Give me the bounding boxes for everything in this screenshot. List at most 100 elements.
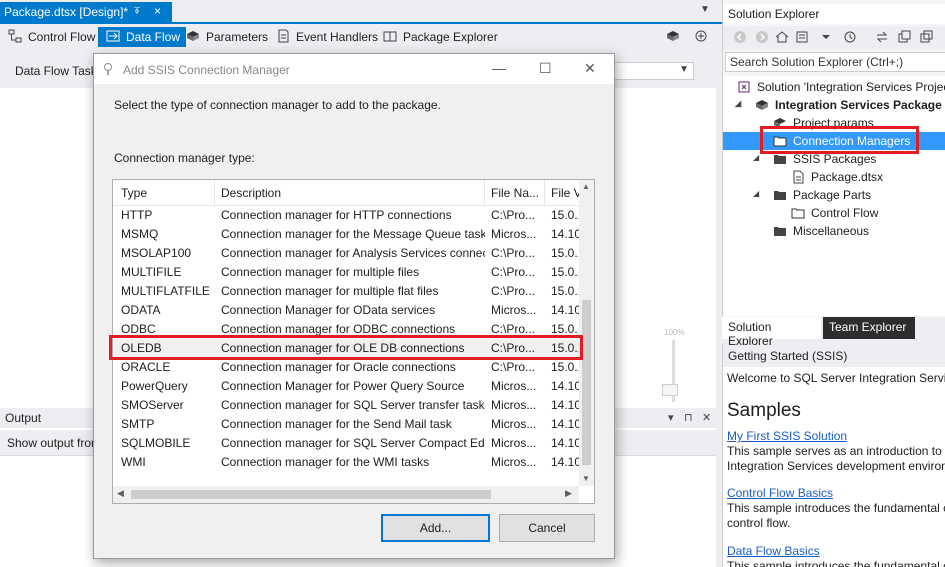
cell-file: Micros... <box>491 398 537 412</box>
horizontal-scrollbar[interactable]: ◀ ▶ <box>113 486 579 503</box>
tree-item-control-flow[interactable]: Control Flow <box>723 204 945 222</box>
pin-icon[interactable]: ⊓ <box>684 411 693 424</box>
list-row-msolap100[interactable]: MSOLAP100 Connection manager for Analysi… <box>113 244 579 263</box>
tab-label: Control Flow <box>28 30 96 44</box>
cancel-button[interactable]: Cancel <box>499 514 595 542</box>
dialog-titlebar[interactable]: Add SSIS Connection Manager — ☐ ✕ <box>94 54 614 84</box>
sample-link-data-flow-basics[interactable]: Data Flow Basics <box>727 544 820 558</box>
document-tab-package[interactable]: Package.dtsx [Design]* ⍕ × <box>0 2 172 24</box>
switch-views-icon[interactable] <box>795 30 809 44</box>
folder-icon <box>774 155 786 164</box>
sample-link-my-first-ssis[interactable]: My First SSIS Solution <box>727 429 847 443</box>
list-row-smtp[interactable]: SMTP Connection manager for the Send Mai… <box>113 415 579 434</box>
cell-description: Connection manager for multiple files <box>221 265 420 279</box>
cell-version: 14.10 <box>551 227 579 241</box>
tree-item-solution[interactable]: Solution 'Integration Services Project1'… <box>723 78 945 96</box>
package-icon[interactable] <box>666 29 680 43</box>
cell-type: MSMQ <box>121 227 159 241</box>
tab-package-explorer[interactable]: Package Explorer <box>375 27 504 47</box>
tab-label: Data Flow <box>126 30 181 44</box>
collapse-all-icon[interactable] <box>897 30 911 44</box>
close-icon[interactable]: ✕ <box>702 411 711 424</box>
tab-data-flow[interactable]: Data Flow <box>98 27 187 47</box>
chevron-down-icon[interactable]: ▾ <box>668 411 674 424</box>
solution-search-input[interactable]: Search Solution Explorer (Ctrl+;) <box>725 52 945 72</box>
scroll-right-icon[interactable]: ▶ <box>565 488 572 499</box>
list-row-wmi[interactable]: WMI Connection manager for the WMI tasks… <box>113 453 579 472</box>
cell-type: MULTIFILE <box>121 265 182 279</box>
column-header-description[interactable]: Description <box>221 186 281 200</box>
tab-control-flow[interactable]: Control Flow <box>0 27 101 47</box>
zoom-icon[interactable] <box>694 29 708 43</box>
column-separator[interactable] <box>484 180 485 206</box>
vertical-scroll-thumb[interactable] <box>582 300 591 465</box>
solution-icon <box>738 81 750 93</box>
scroll-up-icon[interactable]: ▲ <box>582 182 590 191</box>
close-icon[interactable]: × <box>154 4 161 18</box>
column-header-type[interactable]: Type <box>121 186 147 200</box>
list-row-odata[interactable]: ODATA Connection Manager for OData servi… <box>113 301 579 320</box>
connection-type-label: Connection manager type: <box>114 151 255 165</box>
cell-file: C:\Pro... <box>491 246 536 260</box>
tree-label: Integration Services Package (SSIS) <box>775 98 945 112</box>
vertical-scrollbar[interactable]: ▲ ▼ <box>579 180 594 486</box>
list-row-multifile[interactable]: MULTIFILE Connection manager for multipl… <box>113 263 579 282</box>
list-row-smoserver[interactable]: SMOServer Connection manager for SQL Ser… <box>113 396 579 415</box>
list-row-multiflatfile[interactable]: MULTIFLATFILE Connection manager for mul… <box>113 282 579 301</box>
cell-version: 14.10 <box>551 303 579 317</box>
cell-type: ORACLE <box>121 360 171 374</box>
cell-version: 14.10 <box>551 398 579 412</box>
solution-explorer-panel: Solution Explorer Search Solution Explor… <box>722 0 945 338</box>
cell-description: Connection manager for multiple flat fil… <box>221 284 439 298</box>
maximize-icon[interactable]: ☐ <box>539 60 552 77</box>
tree-label: Solution 'Integration Services Project1'… <box>757 80 945 94</box>
copy-icon[interactable] <box>919 30 933 44</box>
cell-file: C:\Pro... <box>491 360 536 374</box>
tree-item-package-parts[interactable]: ◢ Package Parts <box>723 186 945 204</box>
tab-parameters[interactable]: Parameters <box>178 27 274 47</box>
tree-item-miscellaneous[interactable]: Miscellaneous <box>723 222 945 240</box>
annotation-highlight-oledb <box>109 335 583 360</box>
sync-icon[interactable] <box>875 30 889 44</box>
scroll-left-icon[interactable]: ◀ <box>117 488 124 499</box>
pin-icon[interactable]: ⍕ <box>134 6 140 17</box>
tree-item-package-dtsx[interactable]: Package.dtsx <box>723 168 945 186</box>
list-row-oracle[interactable]: ORACLE Connection manager for Oracle con… <box>113 358 579 377</box>
cell-version: 14.10 <box>551 455 579 469</box>
sample-link-control-flow-basics[interactable]: Control Flow Basics <box>727 486 833 500</box>
list-row-powerquery[interactable]: PowerQuery Connection Manager for Power … <box>113 377 579 396</box>
chevron-down-icon[interactable]: ▼ <box>700 4 710 15</box>
expand-icon[interactable]: ◢ <box>753 153 759 162</box>
data-flow-task-combo[interactable]: ▼ <box>606 62 694 80</box>
expand-icon[interactable]: ◢ <box>753 189 759 198</box>
list-row-msmq[interactable]: MSMQ Connection manager for the Message … <box>113 225 579 244</box>
home-icon[interactable] <box>775 30 789 44</box>
column-header-file-name[interactable]: File Na... <box>491 186 539 200</box>
tab-solution-explorer[interactable]: Solution Explorer <box>722 317 821 348</box>
scroll-down-icon[interactable]: ▼ <box>582 474 590 483</box>
add-button[interactable]: Add... <box>381 514 490 542</box>
solution-tree: Solution 'Integration Services Project1'… <box>723 76 945 316</box>
history-icon[interactable] <box>843 30 857 44</box>
tree-item-project[interactable]: ◢ Integration Services Package (SSIS) <box>723 96 945 114</box>
horizontal-scroll-thumb[interactable] <box>131 490 491 499</box>
cell-file: C:\Pro... <box>491 284 536 298</box>
cell-description: Connection manager for the WMI tasks <box>221 455 430 469</box>
column-separator[interactable] <box>214 180 215 206</box>
close-icon[interactable]: ✕ <box>584 60 596 77</box>
zoom-slider-thumb[interactable] <box>662 384 678 396</box>
chevron-down-icon[interactable] <box>819 30 833 44</box>
dialog-app-icon <box>104 63 112 75</box>
forward-icon[interactable] <box>755 30 769 44</box>
tab-label: Parameters <box>206 30 269 44</box>
expand-icon[interactable]: ◢ <box>735 99 741 108</box>
cell-type: SMTP <box>121 417 155 431</box>
back-icon[interactable] <box>733 30 747 44</box>
list-row-sqlmobile[interactable]: SQLMOBILE Connection manager for SQL Ser… <box>113 434 579 453</box>
list-row-http[interactable]: HTTP Connection manager for HTTP connect… <box>113 206 579 225</box>
column-separator[interactable] <box>544 180 545 206</box>
tab-team-explorer[interactable]: Team Explorer <box>823 317 915 339</box>
minimize-icon[interactable]: — <box>492 60 506 76</box>
getting-started-panel: Getting Started (SSIS) Welcome to SQL Se… <box>722 345 945 567</box>
tab-event-handlers[interactable]: Event Handlers <box>268 27 384 47</box>
